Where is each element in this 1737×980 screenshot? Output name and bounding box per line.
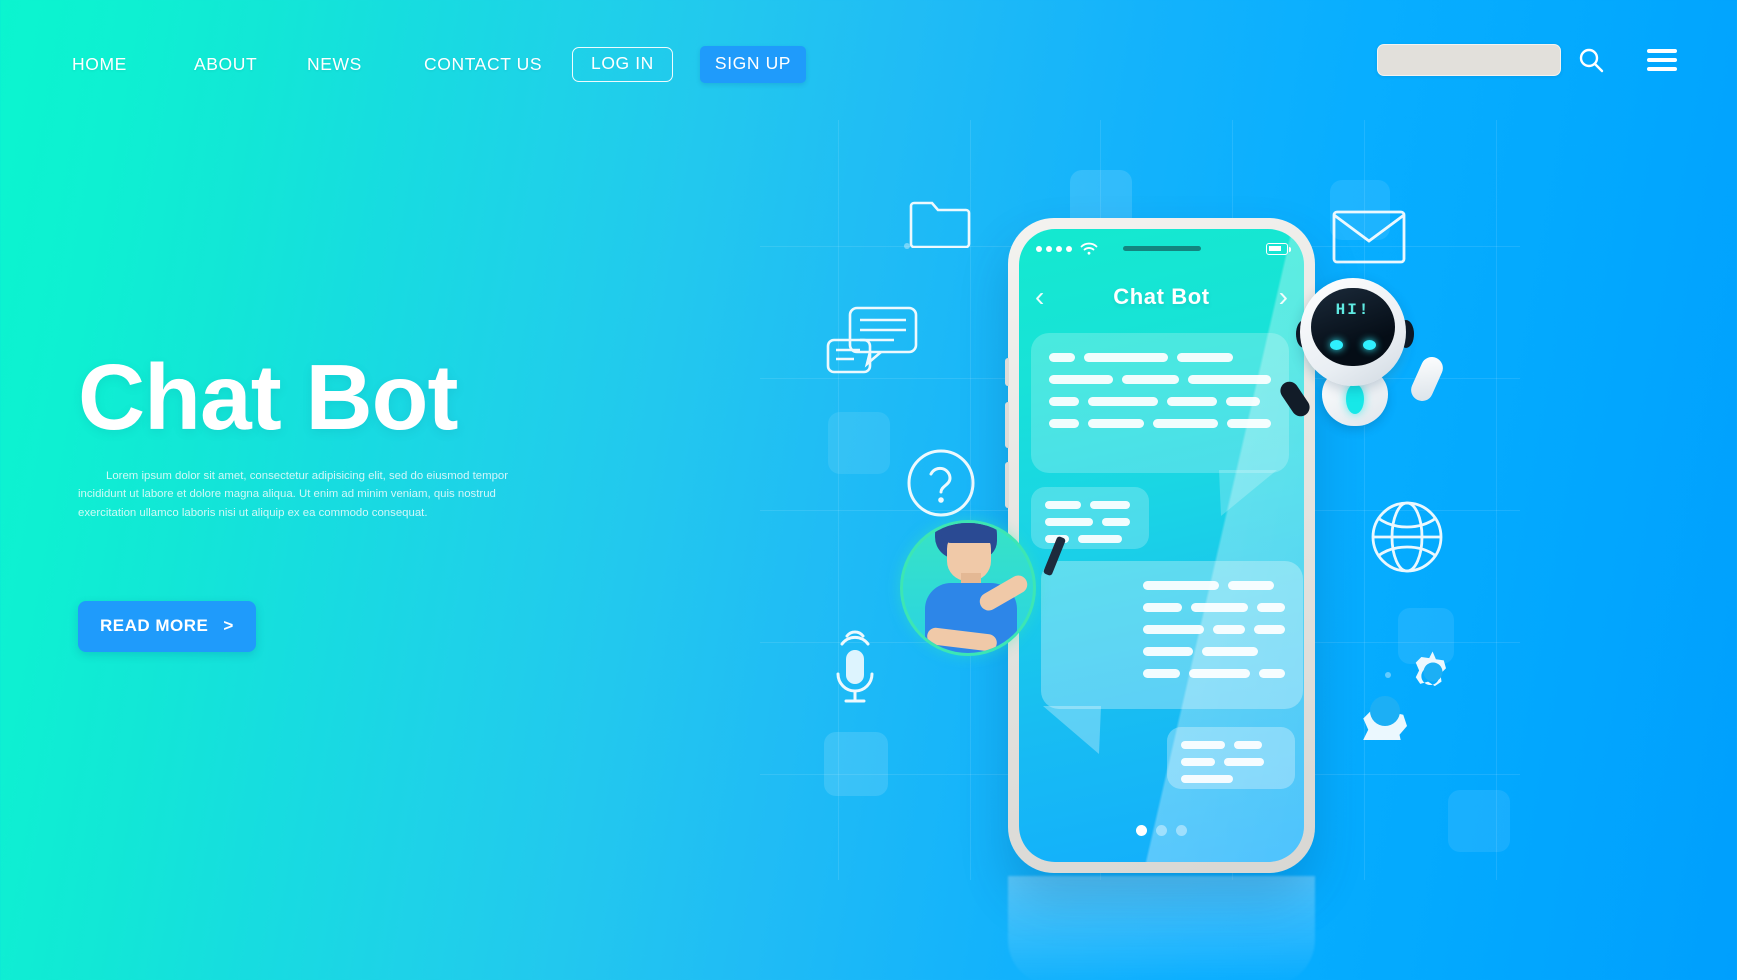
globe-icon: [1371, 501, 1443, 573]
chat-bubble-bot-2[interactable]: [1031, 487, 1149, 549]
page-title: Chat Bot: [78, 345, 458, 449]
top-navigation: HOME ABOUT NEWS CONTACT US LOG IN SIGN U…: [0, 44, 1737, 90]
hero-paragraph: Lorem ipsum dolor sit amet, consectetur …: [78, 469, 509, 519]
robot-face-screen: HI!: [1311, 288, 1395, 366]
robot-left-arm: [1276, 378, 1314, 420]
robot-chest-light: [1346, 384, 1364, 414]
read-more-label: READ MORE: [100, 616, 209, 636]
phone-reflection: [1008, 876, 1315, 980]
search-input[interactable]: [1377, 44, 1561, 76]
nav-utilities: [1377, 44, 1677, 76]
nav-link-news[interactable]: NEWS: [307, 54, 424, 75]
chatbot-mascot: HI!: [1270, 268, 1447, 448]
message-lines: [1167, 727, 1295, 789]
bubble-tail-user-1: [1043, 706, 1101, 754]
pagination-dot-1[interactable]: [1136, 825, 1147, 836]
avatar-hair-front: [941, 523, 995, 543]
chat-bubbles-icon: [826, 306, 918, 374]
read-more-button[interactable]: READ MORE >: [78, 601, 256, 653]
chat-header-title: Chat Bot: [1113, 284, 1210, 309]
nav-link-contact-us[interactable]: CONTACT US: [424, 54, 572, 75]
phone-speaker: [1122, 246, 1201, 251]
nav-links: HOME ABOUT NEWS CONTACT US LOG IN SIGN U…: [72, 46, 807, 83]
hero-section: Chat Bot Lorem ipsum dolor sit amet, con…: [78, 345, 598, 653]
chat-bubble-user-1[interactable]: [1041, 561, 1303, 709]
signal-dots-icon: [1036, 246, 1072, 252]
nav-link-home[interactable]: HOME: [72, 54, 194, 75]
folder-icon: [909, 201, 971, 248]
landing-page: HOME ABOUT NEWS CONTACT US LOG IN SIGN U…: [0, 0, 1737, 980]
user-avatar: [900, 520, 1067, 656]
chevron-right-icon: >: [223, 616, 234, 636]
hamburger-menu-icon[interactable]: [1647, 49, 1677, 71]
robot-eye-right: [1363, 340, 1376, 350]
avatar-ring: [900, 520, 1036, 656]
question-mark-icon: [907, 449, 975, 517]
robot-greeting-text: HI!: [1335, 301, 1371, 319]
search-button[interactable]: [1577, 46, 1605, 74]
pagination-dot-2[interactable]: [1156, 825, 1167, 836]
robot-waving-arm: [1407, 353, 1447, 405]
message-lines: [1031, 487, 1149, 549]
nav-link-about[interactable]: ABOUT: [194, 54, 307, 75]
signup-button[interactable]: SIGN UP: [699, 46, 807, 83]
wifi-icon: [1080, 242, 1098, 255]
envelope-icon: [1332, 210, 1406, 264]
login-button[interactable]: LOG IN: [572, 47, 673, 82]
status-bar: [1019, 229, 1304, 269]
battery-icon: [1266, 243, 1292, 255]
message-lines: [1031, 333, 1289, 473]
chat-header: ‹ Chat Bot ›: [1019, 275, 1304, 319]
chat-bubble-user-2[interactable]: [1167, 727, 1295, 789]
gears-icon: [1363, 651, 1446, 740]
chat-bubble-bot-1[interactable]: [1031, 333, 1289, 473]
search-icon: [1579, 48, 1604, 73]
back-chevron-icon[interactable]: ‹: [1035, 283, 1044, 311]
microphone-icon: [836, 630, 874, 703]
message-lines: [1041, 561, 1303, 709]
pagination-dot-3[interactable]: [1176, 825, 1187, 836]
pagination-dots[interactable]: [1019, 825, 1304, 836]
bubble-tail-bot-1: [1219, 470, 1277, 516]
robot-eye-left: [1330, 340, 1343, 350]
